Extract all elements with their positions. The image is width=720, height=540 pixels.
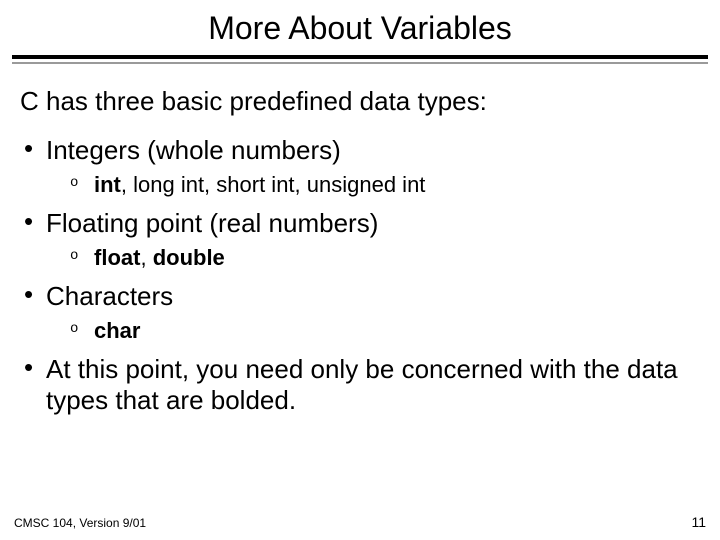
bullet-label: At this point, you need only be concerne… [46, 354, 678, 415]
type-bold: int [94, 172, 121, 197]
content-area: C has three basic predefined data types:… [0, 64, 720, 416]
bullet-list: Integers (whole numbers) int, long int, … [20, 135, 700, 416]
bullet-label: Integers (whole numbers) [46, 135, 341, 165]
type-rest: , long int, short int, unsigned int [121, 172, 426, 197]
slide: More About Variables C has three basic p… [0, 0, 720, 540]
slide-title: More About Variables [0, 0, 720, 55]
sub-item: float, double [46, 245, 700, 271]
sub-list: float, double [46, 245, 700, 271]
divider [12, 55, 708, 64]
sub-list: int, long int, short int, unsigned int [46, 172, 700, 198]
bullet-characters: Characters char [20, 281, 700, 344]
bullet-label: Characters [46, 281, 173, 311]
bullet-note: At this point, you need only be concerne… [20, 354, 700, 416]
bullet-floating-point: Floating point (real numbers) float, dou… [20, 208, 700, 271]
type-bold: char [94, 318, 140, 343]
sub-item: char [46, 318, 700, 344]
bullet-integers: Integers (whole numbers) int, long int, … [20, 135, 700, 198]
intro-text: C has three basic predefined data types: [20, 86, 700, 117]
page-number: 11 [691, 514, 706, 530]
bullet-label: Floating point (real numbers) [46, 208, 378, 238]
sub-list: char [46, 318, 700, 344]
type-rest: , [140, 245, 152, 270]
type-bold-2: double [153, 245, 225, 270]
footer-course: CMSC 104, Version 9/01 [14, 516, 146, 530]
sub-item: int, long int, short int, unsigned int [46, 172, 700, 198]
type-bold: float [94, 245, 140, 270]
